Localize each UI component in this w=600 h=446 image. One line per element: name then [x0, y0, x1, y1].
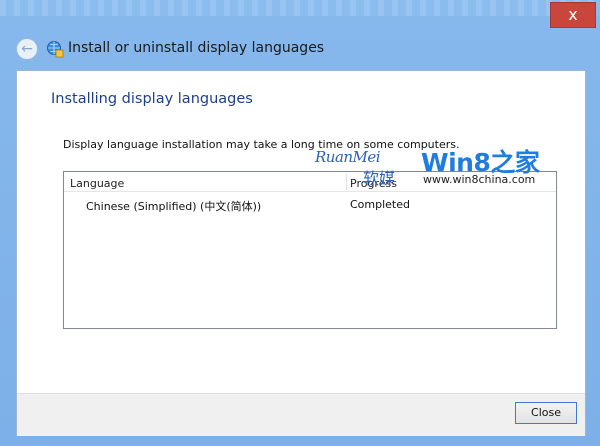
window-close-button[interactable]: x	[550, 2, 596, 28]
window-title: Install or uninstall display languages	[68, 40, 325, 56]
page-title: Installing display languages	[51, 91, 253, 107]
list-item-language: Chinese (Simplified) (中文(简体))	[86, 200, 262, 213]
watermark-ruanmei: RuanMei 软媒	[315, 148, 415, 192]
language-progress-list[interactable]: Language Progress Chinese (Simplified) (…	[63, 171, 557, 329]
watermark-win8china: Win8之家 www.win8china.com	[421, 143, 551, 191]
back-button[interactable]: ←	[16, 38, 38, 60]
client-area: Installing display languages Display lan…	[16, 70, 586, 436]
list-item-progress: Completed	[350, 198, 410, 211]
watermark-url: www.win8china.com	[423, 173, 536, 186]
language-settings-icon	[47, 41, 64, 58]
window-frame: x ← Install or uninstall display languag…	[0, 0, 600, 446]
column-header-language[interactable]: Language	[70, 177, 124, 190]
dialog-footer: Close	[17, 393, 585, 436]
watermark-ruanmei-text: RuanMei	[315, 148, 381, 166]
close-button[interactable]: Close	[515, 402, 577, 424]
frame-stripe	[0, 0, 600, 16]
watermark-ruanmei-cn-text: 软媒	[363, 169, 396, 188]
